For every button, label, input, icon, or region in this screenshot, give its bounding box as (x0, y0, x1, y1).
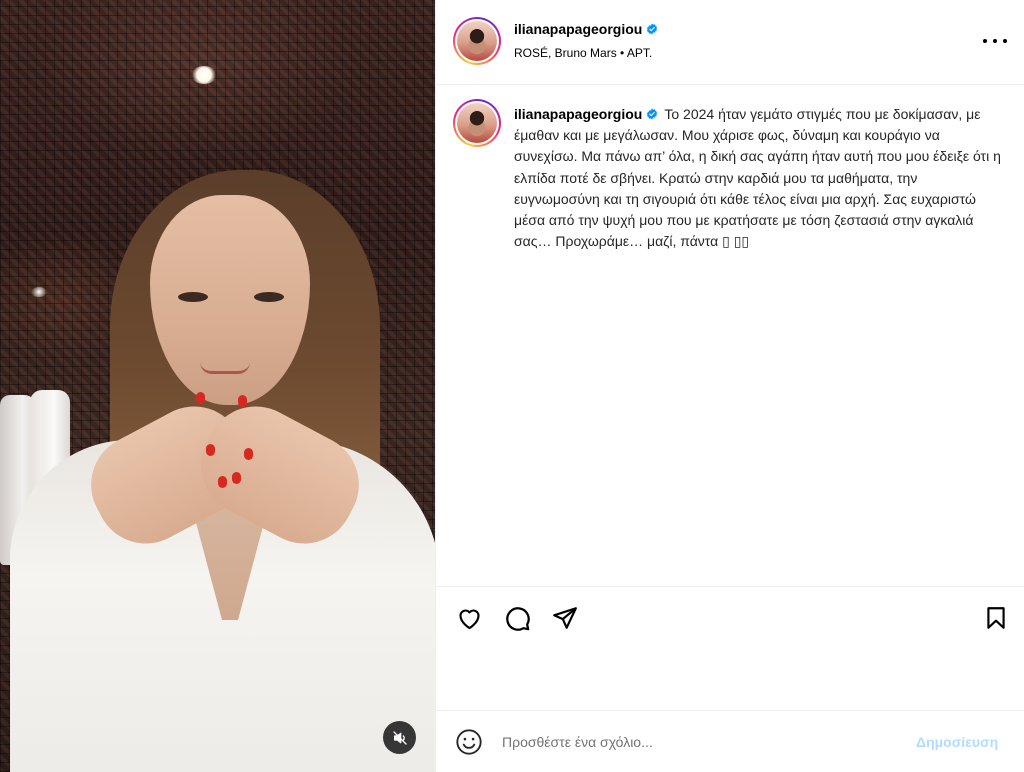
ceiling-light (191, 66, 217, 84)
emoji-smiley-icon (456, 729, 482, 755)
caption-text: Το 2024 ήταν γεμάτο στιγμές που με δοκίμ… (514, 106, 1001, 250)
caption-author-avatar[interactable] (453, 99, 501, 147)
verified-badge-icon (647, 23, 658, 35)
verified-badge-icon (647, 108, 658, 120)
caption-text-block: ilianapapageorgiou Το 2024 ήταν γεμάτο σ… (514, 104, 1004, 252)
painted-nail (232, 472, 241, 484)
caption-username-link[interactable]: ilianapapageorgiou (514, 106, 642, 122)
painted-nail (196, 392, 205, 404)
add-comment-bar: Δημοσίευση (436, 712, 1024, 772)
post-side-panel: ilianapapageorgiou ROSÉ, Bruno Mars • AP… (435, 0, 1024, 772)
emoji-picker-button[interactable] (455, 728, 483, 756)
post-comment-button[interactable]: Δημοσίευση (916, 734, 998, 750)
post-header: ilianapapageorgiou ROSÉ, Bruno Mars • AP… (436, 0, 1024, 85)
like-button[interactable] (454, 603, 484, 633)
person-eye (178, 292, 208, 302)
paper-plane-icon (553, 607, 577, 629)
comment-button[interactable] (502, 603, 532, 633)
post-actions-bar (436, 586, 1024, 711)
more-options-button[interactable] (983, 31, 1007, 51)
heart-icon (458, 609, 480, 629)
painted-nail (218, 476, 227, 488)
mute-toggle-button[interactable] (383, 721, 416, 754)
save-button[interactable] (981, 603, 1011, 633)
speaker-muted-icon (392, 730, 407, 745)
comment-input[interactable] (502, 730, 902, 754)
post-media-video[interactable] (0, 0, 435, 772)
painted-nail (244, 448, 253, 460)
person-smile (200, 362, 250, 374)
share-button[interactable] (550, 603, 580, 633)
painted-nail (206, 444, 215, 456)
painted-nail (238, 395, 247, 407)
more-options-icon (983, 39, 987, 43)
author-avatar[interactable] (453, 17, 501, 65)
author-username-link[interactable]: ilianapapageorgiou (514, 21, 642, 37)
bookmark-icon (987, 607, 1005, 629)
author-name-row: ilianapapageorgiou (514, 21, 658, 37)
person-eye (254, 292, 284, 302)
wall-light (31, 287, 47, 297)
audio-track-link[interactable]: ROSÉ, Bruno Mars • APT. (514, 46, 652, 60)
comment-bubble-icon (505, 606, 530, 631)
